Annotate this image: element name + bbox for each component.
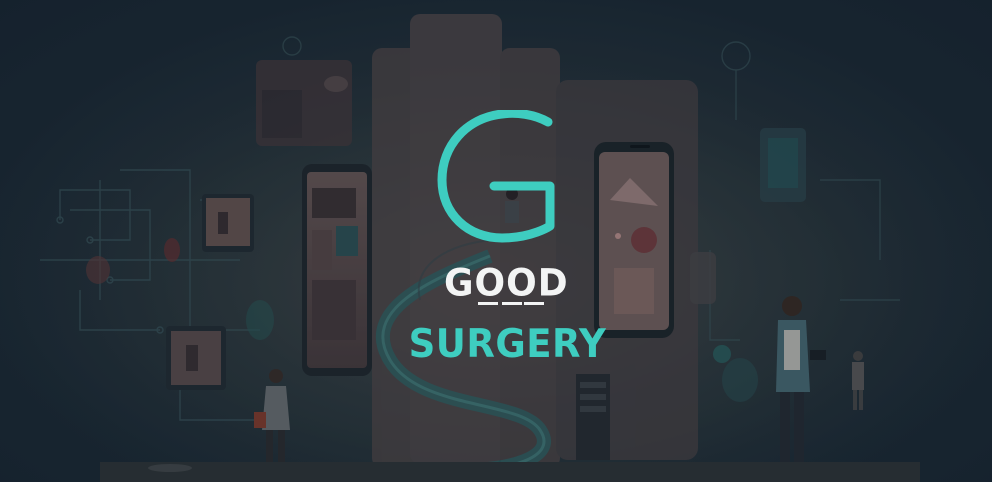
- good-underline-2: [502, 302, 522, 305]
- hero-banner: GOOD SURGERY: [0, 0, 992, 482]
- brand-word-good: GOOD: [444, 261, 569, 305]
- good-underline-1: [478, 302, 498, 305]
- g-monogram-icon: [437, 110, 555, 243]
- brand-logo: GOOD SURGERY: [0, 0, 992, 482]
- good-underline-3: [524, 302, 544, 305]
- brand-word-surgery: SURGERY: [408, 322, 607, 367]
